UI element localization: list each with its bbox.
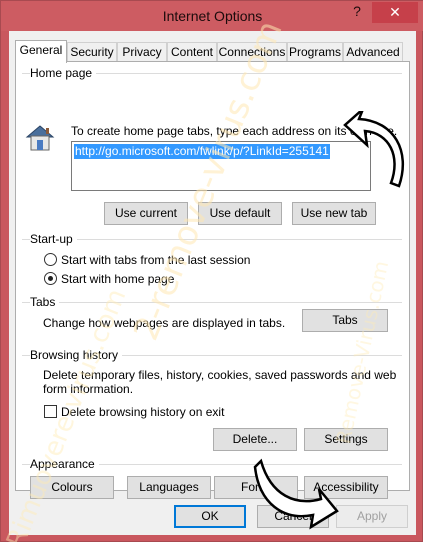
tab-advanced[interactable]: Advanced: [343, 42, 403, 62]
home-page-url-textarea[interactable]: http://go.microsoft.com/fwlink/p/?LinkId…: [71, 141, 371, 191]
tab-privacy[interactable]: Privacy: [117, 42, 167, 62]
delete-on-exit-label[interactable]: Delete browsing history on exit: [61, 405, 224, 419]
tabs-section-divider: [22, 302, 402, 303]
startup-group-label: Start-up: [30, 232, 77, 246]
appearance-group-label: Appearance: [30, 457, 99, 471]
home-page-house-icon: [25, 125, 55, 151]
startup-last-session-radio[interactable]: [44, 253, 57, 266]
colours-button[interactable]: Colours: [30, 476, 114, 499]
help-button[interactable]: ?: [349, 3, 365, 23]
tabs-description: Change how webpages are displayed in tab…: [43, 316, 286, 330]
startup-last-session-label[interactable]: Start with tabs from the last session: [61, 253, 250, 267]
startup-home-page-radio[interactable]: [44, 272, 57, 285]
close-button[interactable]: ✕: [372, 2, 418, 23]
tab-security[interactable]: Security: [67, 42, 117, 62]
delete-on-exit-checkbox[interactable]: [44, 405, 57, 418]
apply-button: Apply: [336, 505, 408, 528]
tab-content[interactable]: Content: [167, 42, 217, 62]
tab-connections[interactable]: Connections: [217, 42, 287, 62]
languages-button[interactable]: Languages: [127, 476, 211, 499]
browsing-history-description-line1: Delete temporary files, history, cookies…: [43, 368, 397, 382]
pointer-arrow-icon: [343, 111, 404, 188]
browsing-history-group-label: Browsing history: [30, 348, 123, 362]
tab-general[interactable]: General: [15, 40, 67, 63]
use-default-button[interactable]: Use default: [198, 202, 282, 225]
internet-options-window: Internet Options ? ✕ General Security Pr…: [0, 0, 423, 542]
tab-programs[interactable]: Programs: [287, 42, 343, 62]
startup-home-page-label[interactable]: Start with home page: [61, 272, 174, 286]
home-page-group-label: Home page: [30, 66, 97, 80]
close-icon[interactable]: ✕: [389, 4, 401, 20]
pointer-arrow-icon-bottom: [253, 458, 339, 530]
browsing-history-description-line2: form information.: [43, 382, 134, 396]
title-bar[interactable]: Internet Options ? ✕: [1, 1, 423, 31]
tabs-settings-button[interactable]: Tabs: [302, 309, 388, 332]
tab-strip: General Security Privacy Content Connect…: [15, 40, 410, 63]
startup-divider: [22, 239, 402, 240]
tabs-group-label: Tabs: [30, 295, 60, 309]
dialog-client-area: General Security Privacy Content Connect…: [9, 31, 416, 535]
use-current-button[interactable]: Use current: [104, 202, 188, 225]
home-page-url-value[interactable]: http://go.microsoft.com/fwlink/p/?LinkId…: [74, 144, 330, 159]
use-new-tab-button[interactable]: Use new tab: [292, 202, 376, 225]
ok-button[interactable]: OK: [174, 505, 246, 528]
